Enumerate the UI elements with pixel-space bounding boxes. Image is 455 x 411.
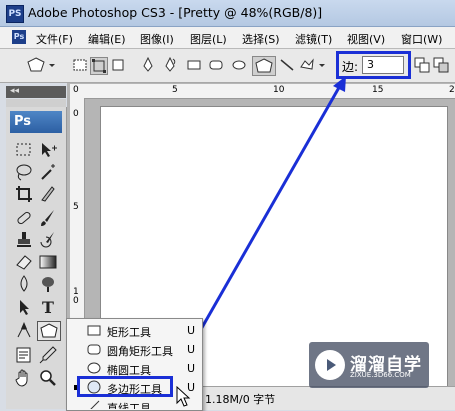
mouse-cursor-icon: [176, 386, 191, 407]
flyout-item-label: 直线工具: [107, 402, 151, 409]
flyout-item-shortcut: U: [187, 362, 196, 375]
flyout-item-label: 圆角矩形工具: [107, 345, 173, 358]
line-icon: [87, 399, 101, 409]
rounded-rectangle-icon: [87, 342, 101, 356]
ellipse-icon: [87, 361, 101, 375]
polygon-highlight-box: [77, 376, 173, 397]
flyout-item-shortcut: U: [187, 343, 196, 356]
flyout-item-label: 矩形工具: [107, 326, 151, 339]
rectangle-icon: [87, 323, 101, 337]
flyout-item-rounded-rectangle[interactable]: 圆角矩形工具 U: [67, 340, 202, 359]
flyout-item-shortcut: U: [187, 324, 196, 337]
watermark-url: ZIXUE.3D66.COM: [350, 371, 411, 379]
watermark-play-icon: [315, 350, 345, 380]
flyout-item-rectangle[interactable]: 矩形工具 U: [67, 321, 202, 340]
